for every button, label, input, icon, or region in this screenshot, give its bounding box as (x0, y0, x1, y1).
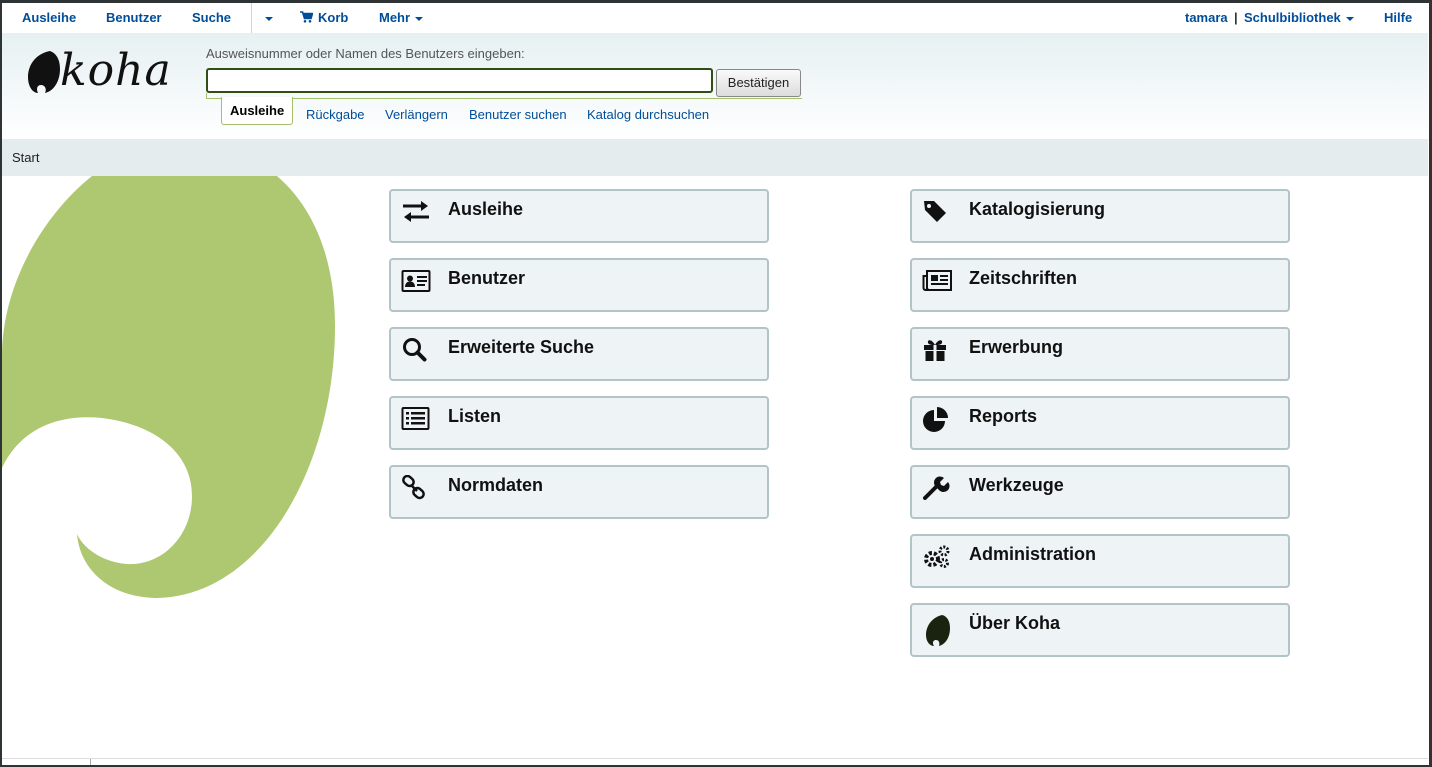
search-icon (403, 338, 427, 362)
id-card-icon (401, 270, 431, 292)
module-label: Über Koha (969, 613, 1061, 633)
module-katalogisierung[interactable]: Katalogisierung (910, 189, 1290, 243)
pie-chart-icon (923, 407, 948, 432)
chevron-down-icon (1345, 16, 1354, 21)
newspaper-icon (922, 270, 952, 291)
link-icon (402, 475, 425, 500)
module-werkzeuge[interactable]: Werkzeuge (910, 465, 1290, 519)
tab-verlaengern[interactable]: Verlängern (385, 107, 448, 122)
gift-icon (924, 340, 946, 361)
nav-korb[interactable]: Korb (300, 10, 348, 25)
logo-text: koha (60, 45, 172, 96)
nav-divider (251, 3, 252, 33)
top-navigation: Ausleihe Benutzer Suche Korb Mehr tamara… (2, 3, 1428, 33)
tag-icon (924, 201, 946, 222)
nav-separator: | (1234, 10, 1238, 25)
tab-katalog-durchsuchen[interactable]: Katalog durchsuchen (587, 107, 709, 122)
module-label: Ausleihe (448, 199, 524, 219)
tab-benutzer-suchen[interactable]: Benutzer suchen (469, 107, 567, 122)
module-label: Zeitschriften (969, 268, 1078, 288)
module-label: Benutzer (448, 268, 526, 288)
module-label: Listen (448, 406, 502, 426)
submit-button[interactable]: Bestätigen (716, 69, 801, 97)
module-ausleihe[interactable]: Ausleihe (389, 189, 769, 243)
module-reports[interactable]: Reports (910, 396, 1290, 450)
footer-divider (90, 759, 91, 767)
header: koha Ausweisnummer oder Namen des Benutz… (2, 33, 1428, 139)
module-normdaten[interactable]: Normdaten (389, 465, 769, 519)
list-icon (401, 407, 430, 430)
wrench-icon (923, 476, 950, 500)
nav-ausleihe[interactable]: Ausleihe (22, 10, 76, 25)
breadcrumb-home: Start (12, 150, 40, 165)
patron-search-input[interactable] (206, 68, 713, 93)
module-benutzer[interactable]: Benutzer (389, 258, 769, 312)
library-selector[interactable]: Schulbibliothek (1244, 10, 1354, 25)
breadcrumb: Start (2, 139, 1428, 176)
module-label: Normdaten (448, 475, 544, 495)
module-label: Erwerbung (969, 337, 1064, 357)
search-label: Ausweisnummer oder Namen des Benutzers e… (206, 46, 525, 61)
tab-rueckgabe[interactable]: Rückgabe (306, 107, 365, 122)
koha-logo[interactable]: koha (24, 45, 174, 97)
library-name: Schulbibliothek (1244, 10, 1341, 25)
module-label: Administration (969, 544, 1097, 564)
module-label: Erweiterte Suche (448, 337, 595, 357)
module-label: Katalogisierung (969, 199, 1106, 219)
nav-mehr-label: Mehr (379, 10, 411, 25)
module-administration[interactable]: Administration (910, 534, 1290, 588)
koha-logo-icon (926, 615, 950, 646)
cart-icon (300, 11, 314, 23)
tab-ausleihe[interactable]: Ausleihe (221, 97, 294, 125)
nav-korb-label: Korb (318, 10, 349, 25)
tab-border (206, 98, 802, 99)
user-menu[interactable]: tamara (1185, 10, 1228, 25)
module-zeitschriften[interactable]: Zeitschriften (910, 258, 1290, 312)
module-label: Reports (969, 406, 1038, 426)
exchange-icon (403, 201, 429, 222)
footer-divider (2, 758, 1428, 759)
search-dropdown-toggle[interactable] (260, 10, 273, 25)
module-ueber-koha[interactable]: Über Koha (910, 603, 1290, 657)
gears-icon (924, 545, 950, 568)
nav-suche[interactable]: Suche (192, 10, 231, 25)
koha-swirl-background (2, 176, 335, 598)
nav-mehr[interactable]: Mehr (379, 10, 424, 25)
nav-benutzer[interactable]: Benutzer (106, 10, 162, 25)
chevron-down-icon (265, 16, 273, 21)
module-erwerbung[interactable]: Erwerbung (910, 327, 1290, 381)
chevron-down-icon (415, 16, 424, 21)
koha-leaf-icon (28, 51, 60, 93)
module-label: Werkzeuge (969, 475, 1064, 495)
help-link[interactable]: Hilfe (1384, 10, 1412, 25)
module-erweiterte-suche[interactable]: Erweiterte Suche (389, 327, 769, 381)
module-listen[interactable]: Listen (389, 396, 769, 450)
